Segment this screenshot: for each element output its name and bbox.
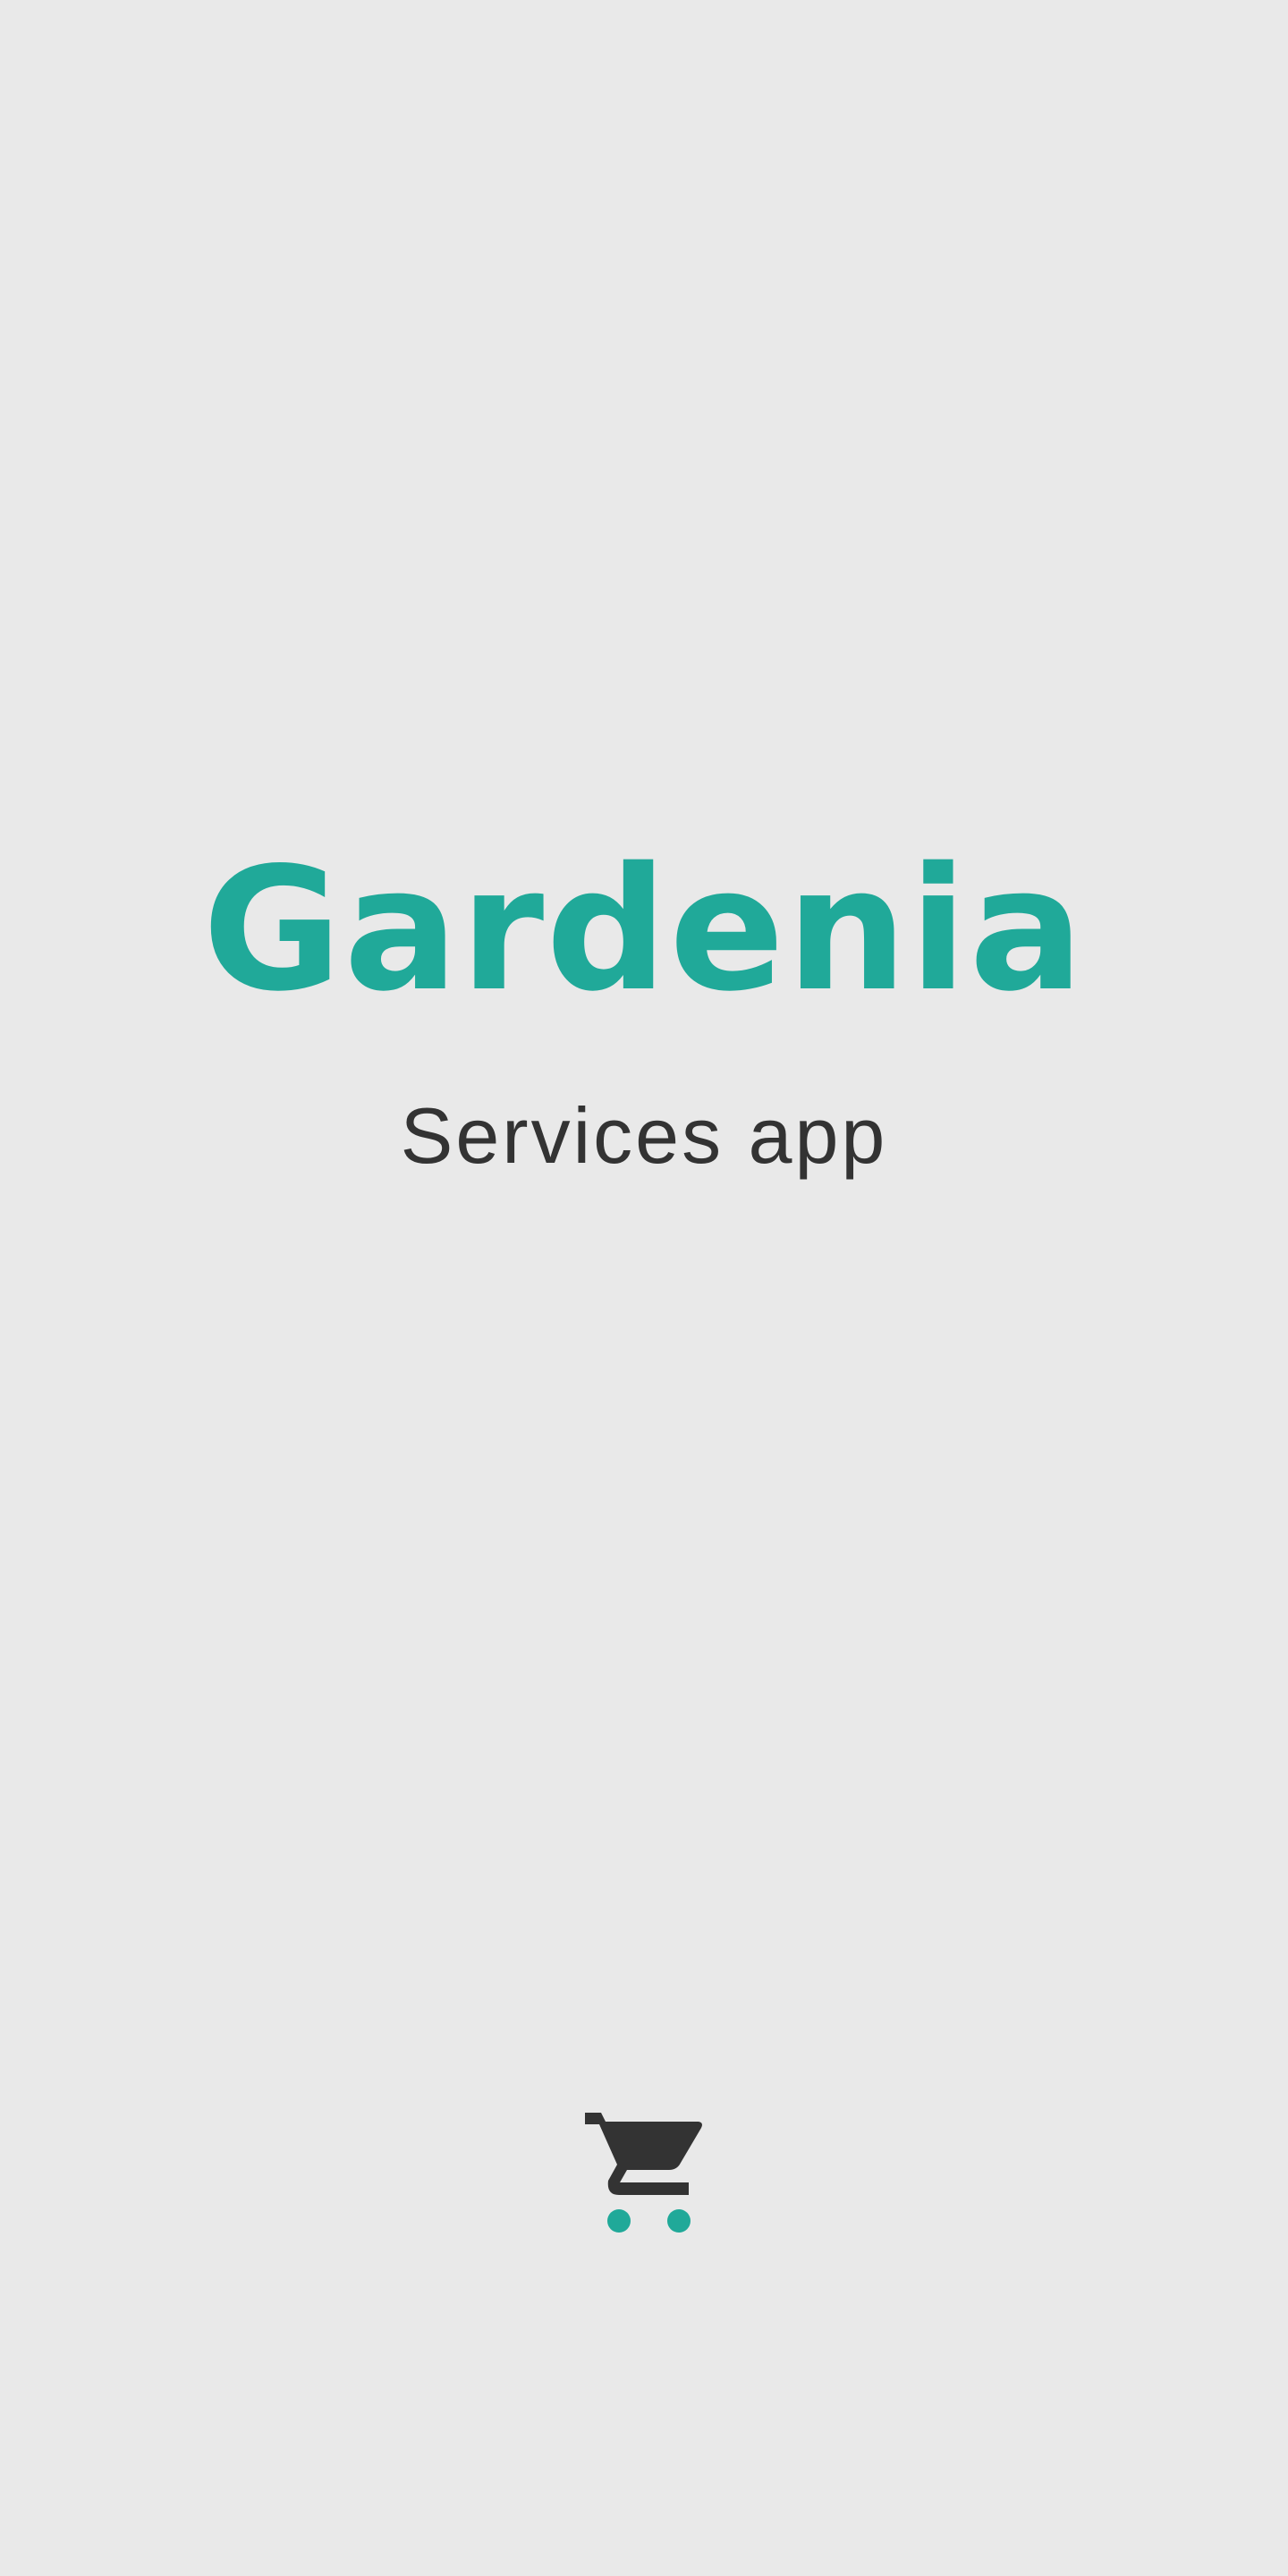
shopping-cart-icon [585,2113,702,2233]
splash-screen: Gardenia Services app [0,0,1288,2576]
app-title: Gardenia [202,831,1086,1029]
app-subtitle: Services app [400,1091,888,1180]
